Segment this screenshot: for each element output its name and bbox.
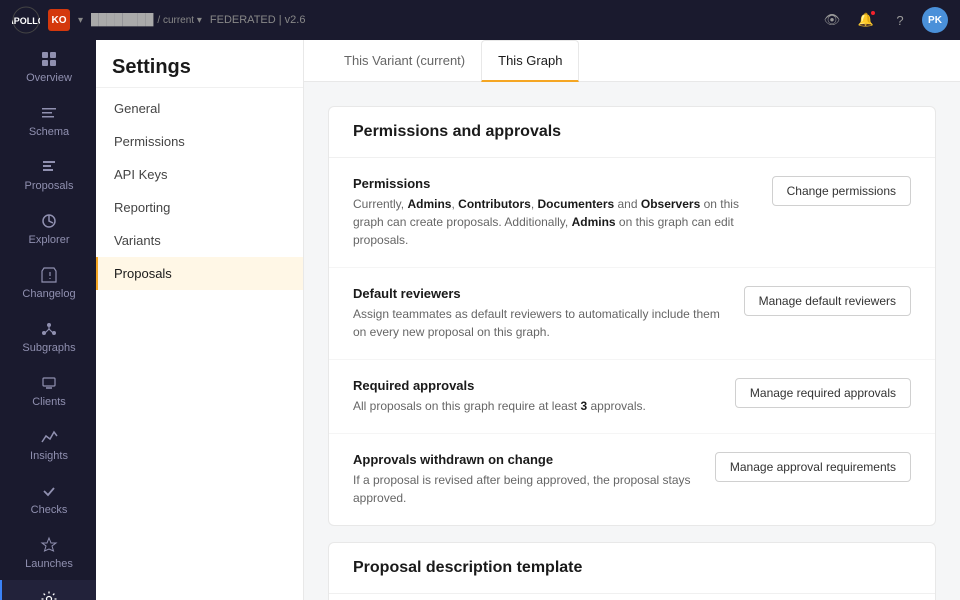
description-template-section-header: Proposal description template [329, 543, 935, 594]
sidebar-item-subgraphs-label: Subgraphs [22, 342, 75, 354]
required-approvals-row-content: Required approvals All proposals on this… [353, 378, 719, 415]
required-approvals-row-desc: All proposals on this graph require at l… [353, 397, 719, 415]
default-reviewers-row: Default reviewers Assign teammates as de… [329, 268, 935, 360]
sidebar-item-launches-label: Launches [25, 558, 73, 570]
sidebar-item-schema-label: Schema [29, 126, 69, 138]
sidebar-item-checks[interactable]: Checks [0, 472, 96, 526]
default-reviewers-row-content: Default reviewers Assign teammates as de… [353, 286, 728, 341]
sidebar-item-clients[interactable]: Clients [0, 364, 96, 418]
content-area: Settings General Permissions API Keys Re… [96, 40, 960, 600]
sidebar-item-explorer[interactable]: Explorer [0, 202, 96, 256]
sub-nav-item-proposals[interactable]: Proposals [96, 257, 303, 290]
sidebar-item-checks-label: Checks [31, 504, 68, 516]
sub-nav-item-general[interactable]: General [96, 92, 303, 125]
permissions-row: Permissions Currently, Admins, Contribut… [329, 158, 935, 268]
default-reviewers-row-desc: Assign teammates as default reviewers to… [353, 305, 728, 341]
sidebar-item-subgraphs[interactable]: Subgraphs [0, 310, 96, 364]
sidebar-item-clients-label: Clients [32, 396, 66, 408]
permissions-row-desc: Currently, Admins, Contributors, Documen… [353, 195, 756, 249]
sidebar: Overview Schema Proposals Explorer Chang… [0, 40, 96, 600]
sidebar-item-insights-label: Insights [30, 450, 68, 462]
notification-icon[interactable]: 🔔 [854, 8, 878, 32]
approvals-withdrawn-row-content: Approvals withdrawn on change If a propo… [353, 452, 699, 507]
tab-this-graph[interactable]: This Graph [481, 40, 579, 82]
sidebar-item-overview[interactable]: Overview [0, 40, 96, 94]
tabs-bar: This Variant (current) This Graph [304, 40, 960, 82]
help-icon[interactable]: ? [888, 8, 912, 32]
permissions-section-header: Permissions and approvals [329, 107, 935, 158]
sub-nav-item-api-keys[interactable]: API Keys [96, 158, 303, 191]
permissions-row-title: Permissions [353, 176, 756, 191]
sub-nav-item-variants[interactable]: Variants [96, 224, 303, 257]
approvals-withdrawn-row-title: Approvals withdrawn on change [353, 452, 699, 467]
sidebar-item-changelog[interactable]: Changelog [0, 256, 96, 310]
sub-nav-title: Settings [96, 40, 303, 88]
sub-nav-item-permissions[interactable]: Permissions [96, 125, 303, 158]
topbar-icons: 👁 🔔 ? PK [820, 7, 948, 33]
main-panel: This Variant (current) This Graph Permis… [304, 40, 960, 600]
svg-text:APOLLO: APOLLO [12, 16, 40, 26]
tab-this-variant[interactable]: This Variant (current) [328, 41, 481, 82]
sidebar-item-changelog-label: Changelog [22, 288, 75, 300]
topbar-federated-label: FEDERATED | v2.6 [210, 14, 306, 26]
sidebar-item-explorer-label: Explorer [29, 234, 70, 246]
required-approvals-row-title: Required approvals [353, 378, 719, 393]
user-avatar[interactable]: PK [922, 7, 948, 33]
apollo-logo: APOLLO [12, 6, 40, 34]
topbar: APOLLO KO ▾ ████████ / current ▾ FEDERAT… [0, 0, 960, 40]
sidebar-item-launches[interactable]: Launches [0, 526, 96, 580]
manage-default-reviewers-button[interactable]: Manage default reviewers [744, 286, 911, 316]
main-layout: Overview Schema Proposals Explorer Chang… [0, 40, 960, 600]
apollo-icon: APOLLO [12, 6, 40, 34]
topbar-chevron-icon[interactable]: ▾ [78, 15, 83, 26]
notification-badge [870, 10, 876, 16]
permissions-section-card: Permissions and approvals Permissions Cu… [328, 106, 936, 526]
permissions-row-action: Change permissions [772, 176, 911, 206]
description-template-row: Description template Create or edit a te… [329, 594, 935, 600]
graph-chevron-icon[interactable]: / current ▾ [157, 15, 202, 26]
topbar-graph-name: ████████ / current ▾ [91, 14, 202, 26]
default-reviewers-row-title: Default reviewers [353, 286, 728, 301]
topbar-org-avatar[interactable]: KO [48, 9, 70, 31]
sidebar-item-proposals[interactable]: Proposals [0, 148, 96, 202]
sub-nav-item-reporting[interactable]: Reporting [96, 191, 303, 224]
approvals-withdrawn-row-action: Manage approval requirements [715, 452, 911, 482]
sidebar-item-insights[interactable]: Insights [0, 418, 96, 472]
manage-required-approvals-button[interactable]: Manage required approvals [735, 378, 911, 408]
change-permissions-button[interactable]: Change permissions [772, 176, 911, 206]
permissions-row-content: Permissions Currently, Admins, Contribut… [353, 176, 756, 249]
default-reviewers-row-action: Manage default reviewers [744, 286, 911, 316]
description-template-section-card: Proposal description template Descriptio… [328, 542, 936, 600]
sidebar-item-settings[interactable]: Settings [0, 580, 96, 600]
visibility-icon[interactable]: 👁 [820, 8, 844, 32]
required-approvals-row-action: Manage required approvals [735, 378, 911, 408]
sidebar-item-overview-label: Overview [26, 72, 72, 84]
sub-nav: Settings General Permissions API Keys Re… [96, 40, 304, 600]
manage-approval-requirements-button[interactable]: Manage approval requirements [715, 452, 911, 482]
sidebar-item-schema[interactable]: Schema [0, 94, 96, 148]
required-approvals-row: Required approvals All proposals on this… [329, 360, 935, 434]
settings-content: Permissions and approvals Permissions Cu… [304, 82, 960, 600]
sidebar-item-proposals-label: Proposals [25, 180, 74, 192]
approvals-withdrawn-row-desc: If a proposal is revised after being app… [353, 471, 699, 507]
approvals-withdrawn-row: Approvals withdrawn on change If a propo… [329, 434, 935, 525]
